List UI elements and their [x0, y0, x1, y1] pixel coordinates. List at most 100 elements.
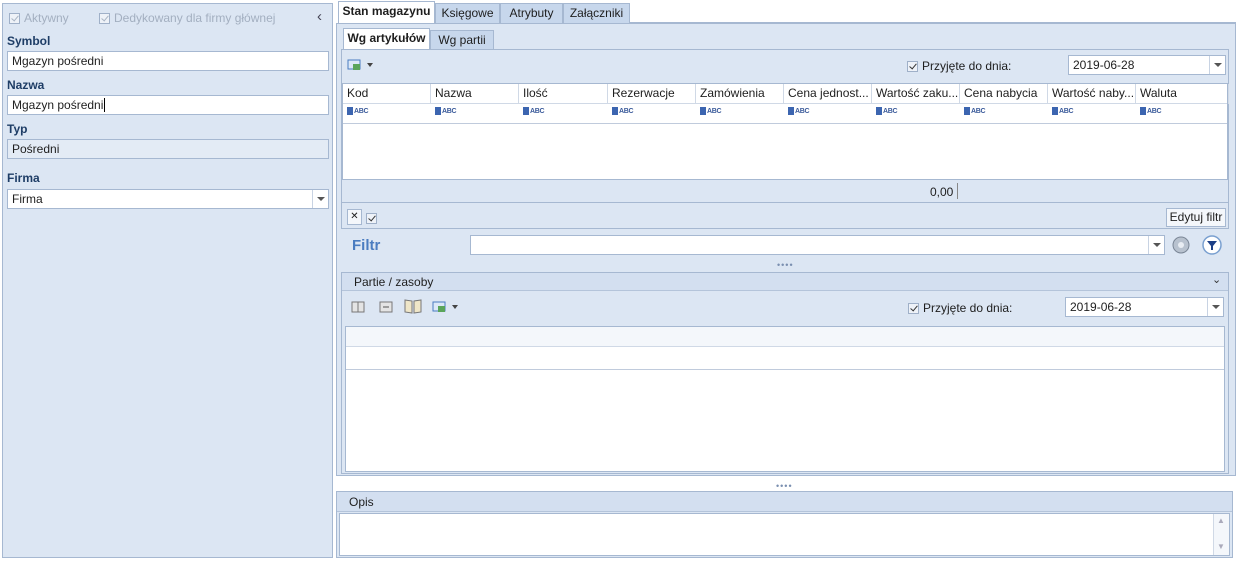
symbol-input[interactable]: Mgazyn pośredni	[7, 51, 329, 71]
column-header[interactable]: Wartość zaku...	[872, 84, 960, 104]
tab-stan-magazynu[interactable]: Stan magazynu	[338, 1, 435, 23]
tab-zalaczniki[interactable]: Załączniki	[563, 3, 630, 23]
abc-glyph-box	[523, 107, 529, 115]
text-filter-icon[interactable]: ABC	[1052, 107, 1074, 115]
abc-glyph-text: ABC	[1147, 107, 1162, 115]
company-dropdown-icon[interactable]	[312, 190, 328, 208]
abc-glyph-box	[964, 107, 970, 115]
abc-glyph-text: ABC	[707, 107, 722, 115]
date-dropdown-icon-batches[interactable]	[1207, 298, 1223, 316]
text-filter-icon[interactable]: ABC	[700, 107, 722, 115]
column-header[interactable]: Wartość naby...	[1048, 84, 1136, 104]
column-header[interactable]: Waluta	[1136, 84, 1229, 104]
articles-grid: Kod Nazwa Ilość Rezerwacje Zamówienia Cena je…	[342, 83, 1229, 180]
name-input[interactable]: Mgazyn pośredni​	[7, 95, 329, 115]
text-filter-icon[interactable]: ABC	[876, 107, 898, 115]
text-filter-icon[interactable]: ABC	[523, 107, 545, 115]
received-check-icon-batches	[908, 303, 919, 315]
description-header: Opis	[337, 492, 1232, 512]
column-header[interactable]: Rezerwacje	[608, 84, 696, 104]
abc-glyph-box	[1140, 107, 1146, 115]
filter-dropdown-icon[interactable]	[1148, 236, 1164, 254]
abc-glyph-text: ABC	[971, 107, 986, 115]
batches-section: Partie / zasoby ⌄ Przyjęte do dnia: 2019…	[341, 272, 1229, 474]
abc-glyph-text: ABC	[795, 107, 810, 115]
abc-glyph-box	[612, 107, 618, 115]
date-value-batches: 2019-06-28	[1070, 300, 1132, 314]
received-checkbox-batches[interactable]: Przyjęte do dnia:	[908, 301, 1012, 315]
abc-glyph-text: ABC	[354, 107, 369, 115]
batches-grid-header	[346, 327, 1224, 347]
abc-glyph-box	[347, 107, 353, 115]
abc-glyph-box	[876, 107, 882, 115]
edit-filter-button[interactable]: Edytuj filtr	[1166, 208, 1226, 227]
batch-split-icon[interactable]	[351, 300, 365, 317]
batch-merge-icon[interactable]	[379, 300, 393, 317]
active-checkbox[interactable]: Aktywny	[9, 11, 69, 25]
splitter-grip-1[interactable]: ••••	[777, 260, 794, 270]
clear-filter-icon[interactable]: ✕	[347, 209, 362, 225]
dedicated-label: Dedykowany dla firmy głównej	[114, 11, 276, 25]
filter-enabled-checkbox[interactable]	[366, 211, 381, 225]
date-value-top: 2019-06-28	[1073, 58, 1135, 72]
abc-glyph-box	[435, 107, 441, 115]
grid-footer: 0,00	[342, 179, 1228, 203]
collapse-panel-icon[interactable]: ‹	[317, 8, 322, 25]
received-check-icon-top	[907, 61, 918, 73]
abc-glyph-text: ABC	[1059, 107, 1074, 115]
apply-filter-icon[interactable]	[1201, 234, 1223, 259]
abc-glyph-box	[700, 107, 706, 115]
batches-title: Partie / zasoby	[354, 275, 434, 289]
date-input-batches[interactable]: 2019-06-28	[1065, 297, 1224, 317]
filter-label: Filtr	[352, 237, 381, 254]
dedicated-check-icon	[99, 13, 110, 25]
text-filter-icon[interactable]: ABC	[612, 107, 634, 115]
text-filter-icon[interactable]: ABC	[347, 107, 369, 115]
date-input-top[interactable]: 2019-06-28	[1068, 55, 1226, 75]
export-icon[interactable]	[347, 58, 375, 75]
column-header[interactable]: Cena nabycia	[960, 84, 1048, 104]
column-header[interactable]: Nazwa	[431, 84, 519, 104]
text-cursor: ​	[104, 98, 106, 112]
column-header[interactable]: Ilość	[519, 84, 608, 104]
text-filter-icon[interactable]: ABC	[435, 107, 457, 115]
column-header[interactable]: Zamówienia	[696, 84, 784, 104]
dedicated-checkbox[interactable]: Dedykowany dla firmy głównej	[99, 11, 275, 25]
subtab-wg-artykulow[interactable]: Wg artykułów	[343, 28, 430, 50]
date-dropdown-icon-top[interactable]	[1209, 56, 1225, 74]
abc-glyph-box	[1052, 107, 1058, 115]
scroll-up-icon[interactable]: ▲	[1217, 516, 1225, 525]
filter-enabled-check-icon	[366, 213, 377, 225]
text-filter-icon[interactable]: ABC	[964, 107, 986, 115]
description-section: Opis ▲ ▼	[336, 491, 1233, 558]
abc-glyph-text: ABC	[530, 107, 545, 115]
column-header[interactable]: Kod	[343, 84, 431, 104]
description-scrollbar[interactable]: ▲ ▼	[1213, 514, 1229, 555]
filter-input[interactable]	[470, 235, 1165, 255]
scroll-down-icon[interactable]: ▼	[1217, 542, 1225, 551]
grid-total: 0,00	[930, 185, 954, 199]
company-value: Firma	[12, 192, 43, 206]
active-label: Aktywny	[24, 11, 69, 25]
company-label: Firma	[7, 171, 40, 185]
company-select[interactable]: Firma	[7, 189, 329, 209]
batch-book-icon[interactable]	[404, 298, 422, 317]
description-textarea[interactable]: ▲ ▼	[339, 513, 1230, 556]
text-filter-icon[interactable]: ABC	[1140, 107, 1162, 115]
column-header[interactable]: Cena jednost...	[784, 84, 872, 104]
tab-atrybuty[interactable]: Atrybuty	[500, 3, 563, 23]
name-label: Nazwa	[7, 78, 45, 92]
abc-glyph-text: ABC	[883, 107, 898, 115]
grid-filter-row: ABC ABC ABC ABC ABC ABC ABC ABC ABC ABC	[343, 104, 1227, 124]
subtab-wg-partii[interactable]: Wg partii	[430, 30, 494, 50]
batches-collapse-icon[interactable]: ⌄	[1212, 273, 1221, 286]
batches-header[interactable]: Partie / zasoby ⌄	[342, 273, 1228, 291]
filter-settings-icon[interactable]	[1171, 235, 1191, 258]
tab-ksiegowe[interactable]: Księgowe	[435, 3, 500, 23]
abc-glyph-box	[788, 107, 794, 115]
batches-grid-filter-row	[346, 347, 1224, 370]
text-filter-icon[interactable]: ABC	[788, 107, 810, 115]
splitter-grip-2[interactable]: ••••	[776, 481, 793, 491]
batch-export-icon[interactable]	[432, 300, 460, 317]
received-checkbox-top[interactable]: Przyjęte do dnia:	[907, 59, 1011, 73]
